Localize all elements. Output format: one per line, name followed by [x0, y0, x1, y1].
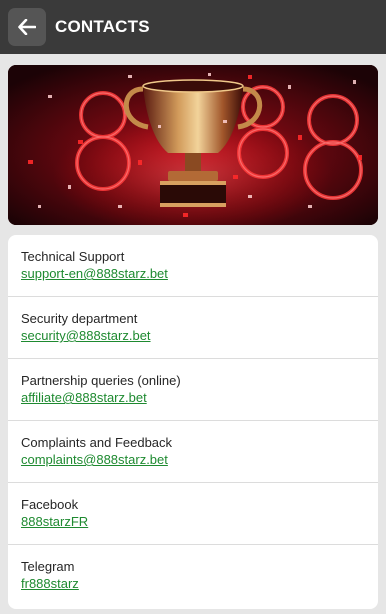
promo-banner [8, 65, 378, 225]
contact-label: Security department [21, 311, 138, 326]
back-button[interactable] [8, 8, 46, 46]
contact-link[interactable]: fr888starz [21, 575, 79, 592]
list-item: Technical Support support-en@888starz.be… [8, 235, 378, 297]
list-item: Telegram fr888starz [8, 545, 378, 607]
contact-label: Facebook [21, 497, 79, 512]
list-item: Facebook 888starzFR [8, 483, 378, 545]
trophy-banner-image [8, 65, 378, 225]
contact-link[interactable]: security@888starz.bet [21, 327, 151, 344]
contact-label: Technical Support [21, 249, 125, 264]
list-item: Partnership queries (online) affiliate@8… [8, 359, 378, 421]
contact-link[interactable]: complaints@888starz.bet [21, 451, 168, 468]
arrow-left-icon [18, 19, 36, 35]
app-header: CONTACTS [0, 0, 386, 54]
contact-link[interactable]: 888starzFR [21, 513, 88, 530]
contact-link[interactable]: support-en@888starz.bet [21, 265, 168, 282]
contact-label: Telegram [21, 559, 75, 574]
contact-label: Complaints and Feedback [21, 435, 173, 450]
contacts-list: Technical Support support-en@888starz.be… [8, 235, 378, 609]
contact-link[interactable]: affiliate@888starz.bet [21, 389, 147, 406]
list-item: Security department security@888starz.be… [8, 297, 378, 359]
page-title: CONTACTS [55, 17, 150, 36]
list-item: Complaints and Feedback complaints@888st… [8, 421, 378, 483]
contact-label: Partnership queries (online) [21, 373, 181, 388]
